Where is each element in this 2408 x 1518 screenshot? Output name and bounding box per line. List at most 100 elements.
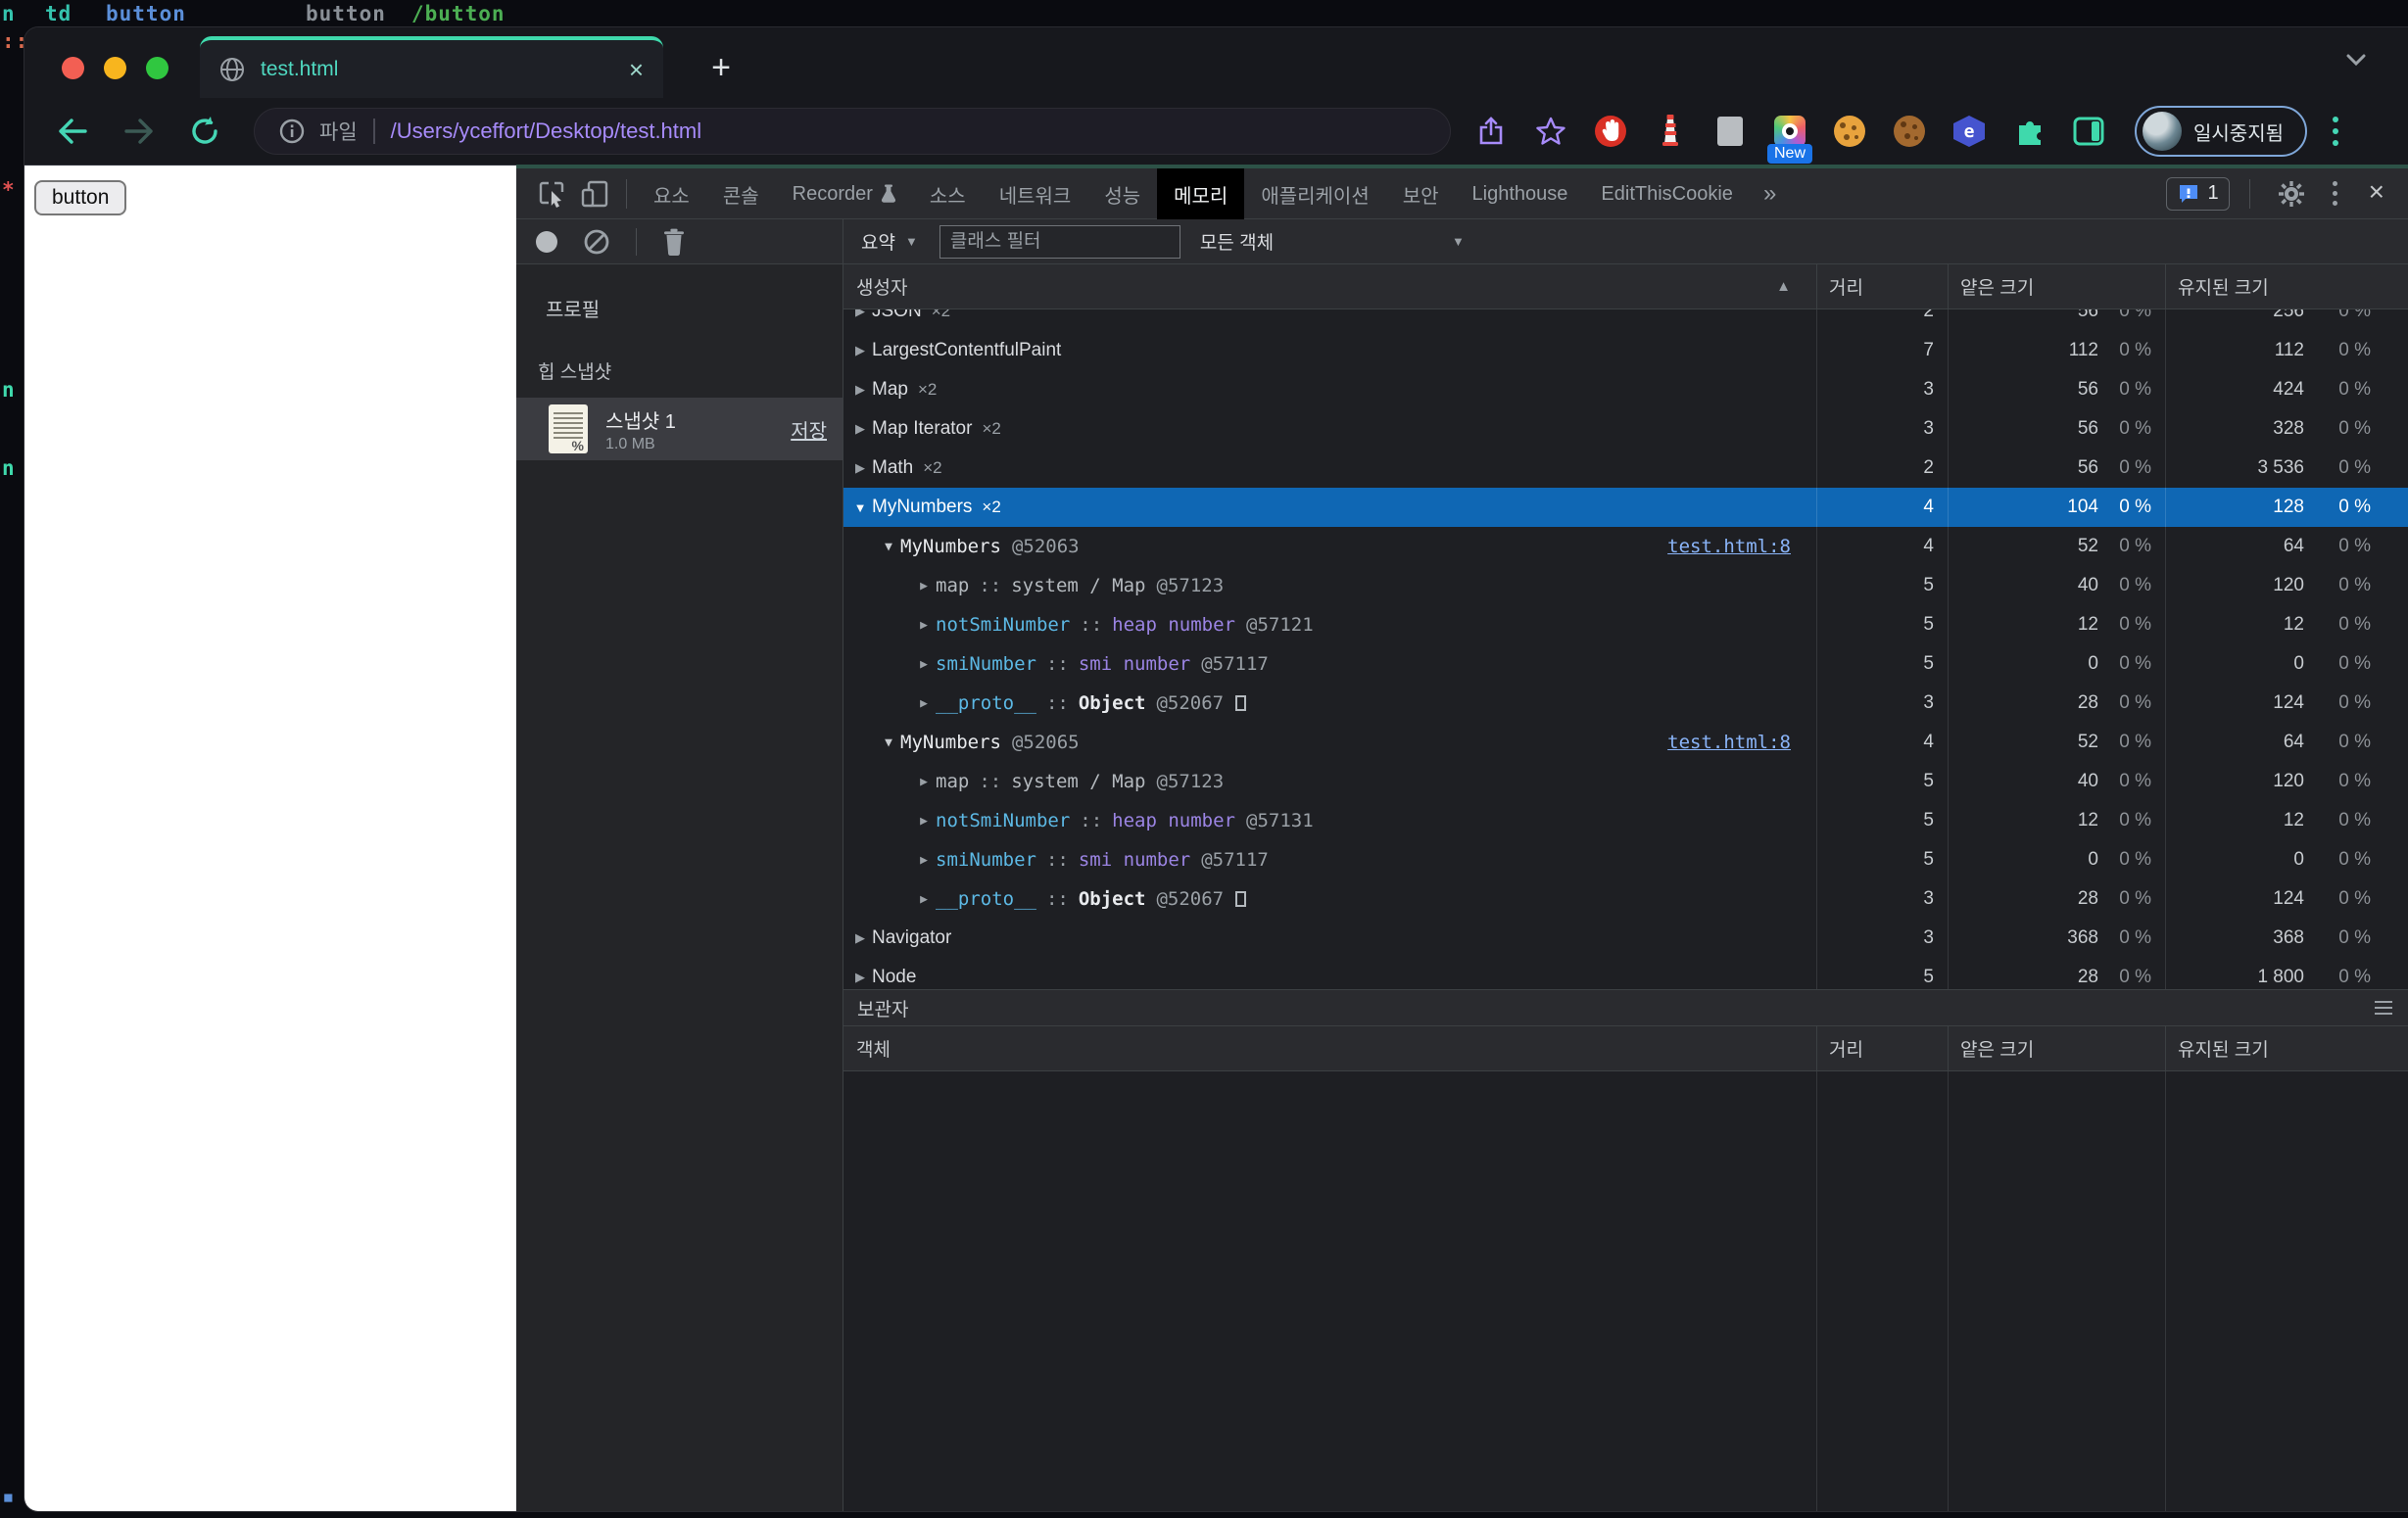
device-toolbar-icon[interactable] xyxy=(573,174,616,213)
tree-expand-icon[interactable]: ▶ xyxy=(848,382,872,398)
column-header-shallow-size[interactable]: 얕은 크기 xyxy=(1948,264,2165,308)
devtools-tab-sources[interactable]: 소스 xyxy=(913,168,983,219)
source-location-link[interactable]: test.html:8 xyxy=(1667,536,1791,557)
heap-tree-row[interactable]: ▼ MyNumbers ×2 4 104 0 % 128 0 % xyxy=(843,488,2408,527)
snapshot-item[interactable]: 스냅샷 1 1.0 MB 저장 xyxy=(516,398,843,460)
heap-tree-row[interactable]: ▶ notSmiNumber:: heap number @57131 5 12 0 % 12… xyxy=(843,801,2408,840)
devtools-tab-elements[interactable]: 요소 xyxy=(637,168,706,219)
heap-tree-row[interactable]: ▶ map:: system / Map @57123 5 40 0 % 120 0 % xyxy=(843,762,2408,801)
column-header-object[interactable]: 객체 xyxy=(843,1026,1816,1070)
tree-expand-icon[interactable]: ▶ xyxy=(912,696,936,711)
close-window-button[interactable] xyxy=(62,57,84,79)
browser-tab[interactable]: test.html × xyxy=(200,36,663,98)
extensions-puzzle-icon[interactable] xyxy=(2012,115,2046,148)
clear-profiles-icon[interactable] xyxy=(583,228,610,256)
devtools-tab-recorder[interactable]: Recorder xyxy=(776,168,913,219)
devtools-tab-memory[interactable]: 메모리 xyxy=(1157,168,1245,219)
heap-tree-row[interactable]: ▶ Math ×2 2 56 0 % 3 536 0 % xyxy=(843,449,2408,488)
take-snapshot-icon[interactable] xyxy=(536,230,557,253)
tree-expand-icon[interactable]: ▶ xyxy=(848,309,872,319)
heap-tree-row[interactable]: ▼ MyNumbers @52063 test.html:8 4 52 0 % 64 0 % xyxy=(843,527,2408,566)
tree-collapse-icon[interactable]: ▼ xyxy=(848,500,872,515)
heap-tree-row[interactable]: ▶ __proto__:: Object @52067 3 28 0 % 124 0 % xyxy=(843,684,2408,723)
heap-tree-row[interactable]: ▶ Node 5 28 0 % 1 800 0 % xyxy=(843,958,2408,989)
heap-tree-row[interactable]: ▼ MyNumbers @52065 test.html:8 4 52 0 % 64 0 % xyxy=(843,723,2408,762)
tree-expand-icon[interactable]: ▶ xyxy=(912,892,936,907)
heap-tree-row[interactable]: ▶ Navigator 3 368 0 % 368 0 % xyxy=(843,919,2408,958)
more-tabs-button[interactable]: » xyxy=(1750,180,1790,208)
profile-chip[interactable]: 일시중지됨 xyxy=(2135,106,2307,157)
maximize-window-button[interactable] xyxy=(146,57,169,79)
profile-view-select[interactable]: 요약 ▼ xyxy=(861,228,918,255)
heap-tree-row[interactable]: ▶ Map Iterator ×2 3 56 0 % 328 0 % xyxy=(843,409,2408,449)
retainers-menu-icon[interactable] xyxy=(2375,1001,2392,1019)
devtools-tab-security[interactable]: 보안 xyxy=(1386,168,1456,219)
source-location-link[interactable]: test.html:8 xyxy=(1667,732,1791,753)
heap-tree-row[interactable]: ▶ notSmiNumber:: heap number @57121 5 12 0 % 12… xyxy=(843,605,2408,644)
column-header-distance[interactable]: 거리 xyxy=(1816,1026,1948,1070)
share-icon[interactable] xyxy=(1474,115,1508,148)
back-button[interactable] xyxy=(56,117,89,146)
ext-cookie-dark-icon[interactable] xyxy=(1893,115,1926,148)
snapshot-save-link[interactable]: 저장 xyxy=(791,415,827,444)
tree-expand-icon[interactable]: ▶ xyxy=(912,618,936,633)
tab-search-chevron-icon[interactable] xyxy=(2343,51,2369,69)
devtools-menu-icon[interactable] xyxy=(2323,181,2347,206)
tree-expand-icon[interactable]: ▶ xyxy=(848,421,872,437)
new-tab-button[interactable]: + xyxy=(698,45,744,90)
page-button[interactable]: button xyxy=(34,180,127,215)
column-header-shallow-size[interactable]: 얕은 크기 xyxy=(1948,1026,2165,1070)
ext-hexagon-icon[interactable]: e xyxy=(1952,115,1986,148)
tab-close-icon[interactable]: × xyxy=(629,57,644,82)
info-icon[interactable] xyxy=(278,118,306,145)
minimize-window-button[interactable] xyxy=(104,57,126,79)
column-header-retained-size[interactable]: 유지된 크기 xyxy=(2165,1026,2408,1070)
tree-collapse-icon[interactable]: ▼ xyxy=(877,735,900,750)
devtools-tab-lighthouse[interactable]: Lighthouse xyxy=(1456,168,1585,219)
issues-counter[interactable]: 1 xyxy=(2165,176,2230,211)
heap-tree-row[interactable]: ▶ LargestContentfulPaint 7 112 0 % 112 0 % xyxy=(843,331,2408,370)
devtools-tab-network[interactable]: 네트워크 xyxy=(983,168,1088,219)
browser-menu-icon[interactable] xyxy=(2333,117,2338,146)
devtools-tab-performance[interactable]: 성능 xyxy=(1087,168,1157,219)
tree-expand-icon[interactable]: ▶ xyxy=(848,343,872,358)
heap-tree-row[interactable]: ▶ map:: system / Map @57123 5 40 0 % 120 0 % xyxy=(843,566,2408,605)
devtools-close-icon[interactable]: × xyxy=(2357,176,2396,212)
devtools-tab-editthiscookie[interactable]: EditThisCookie xyxy=(1584,168,1750,219)
delete-snapshot-trash-icon[interactable] xyxy=(662,228,686,256)
ext-rainbow-icon[interactable]: New xyxy=(1766,115,1813,164)
bookmark-star-icon[interactable] xyxy=(1534,115,1567,148)
ext-adblock-hand-icon[interactable] xyxy=(1594,115,1627,148)
address-url[interactable]: /Users/yceffort/Desktop/test.html xyxy=(391,119,701,144)
objects-filter-select[interactable]: 모든 객체 ▼ xyxy=(1200,228,1470,255)
tree-collapse-icon[interactable]: ▼ xyxy=(877,540,900,554)
tree-expand-icon[interactable]: ▶ xyxy=(848,970,872,985)
inspect-element-icon[interactable] xyxy=(530,174,573,213)
devtools-tab-console[interactable]: 콘솔 xyxy=(706,168,776,219)
heap-tree-row[interactable]: ▶ Map ×2 3 56 0 % 424 0 % xyxy=(843,370,2408,409)
column-header-retained-size[interactable]: 유지된 크기 xyxy=(2165,264,2408,308)
ext-gray-square-icon[interactable] xyxy=(1713,115,1747,148)
tree-expand-icon[interactable]: ▶ xyxy=(912,853,936,868)
tree-expand-icon[interactable]: ▶ xyxy=(848,930,872,946)
ext-lighthouse-icon[interactable] xyxy=(1654,115,1687,148)
class-filter-input[interactable] xyxy=(939,224,1180,259)
forward-button[interactable] xyxy=(122,117,156,146)
heap-tree-row[interactable]: ▶ smiNumber:: smi number @57117 5 0 0 % 0 0 % xyxy=(843,840,2408,879)
heap-tree-row[interactable]: ▶ JSON ×2 2 56 0 % 256 0 % xyxy=(843,309,2408,331)
tree-expand-icon[interactable]: ▶ xyxy=(912,814,936,829)
heap-tree-row[interactable]: ▶ smiNumber:: smi number @57117 5 0 0 % 0 0 % xyxy=(843,644,2408,684)
tree-expand-icon[interactable]: ▶ xyxy=(848,460,872,476)
devtools-settings-gear-icon[interactable] xyxy=(2270,174,2313,213)
devtools-tab-application[interactable]: 애플리케이션 xyxy=(1244,168,1385,219)
heap-tree-row[interactable]: ▶ __proto__:: Object @52067 3 28 0 % 124 0 % xyxy=(843,879,2408,919)
side-panel-icon[interactable] xyxy=(2072,115,2105,148)
tree-expand-icon[interactable]: ▶ xyxy=(912,775,936,789)
address-bar[interactable]: 파일 /Users/yceffort/Desktop/test.html xyxy=(254,108,1451,155)
tree-expand-icon[interactable]: ▶ xyxy=(912,657,936,672)
tree-expand-icon[interactable]: ▶ xyxy=(912,579,936,593)
column-header-distance[interactable]: 거리 xyxy=(1816,264,1948,308)
column-header-constructor[interactable]: 생성자 ▲ xyxy=(843,264,1816,308)
ext-cookie-light-icon[interactable] xyxy=(1833,115,1866,148)
reload-button[interactable] xyxy=(189,116,220,147)
